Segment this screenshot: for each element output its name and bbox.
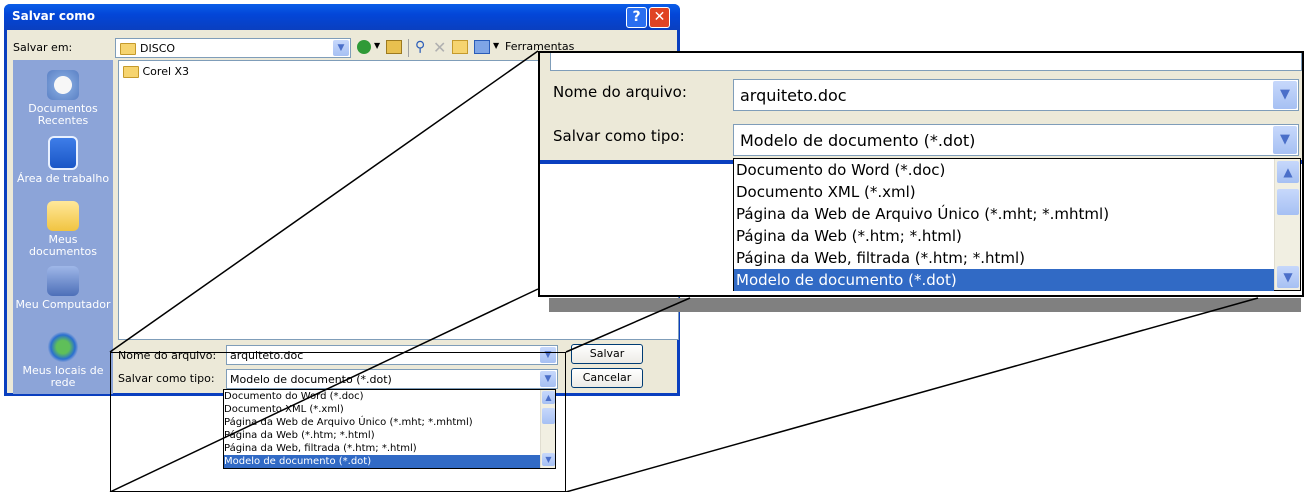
- callout-line-top-left: [109, 50, 539, 353]
- callout-lines: [109, 50, 1259, 492]
- callout-line-top-right: [565, 297, 691, 353]
- callout-line-bottom-right: [565, 297, 1259, 492]
- callout-line-bottom-left: [109, 288, 539, 492]
